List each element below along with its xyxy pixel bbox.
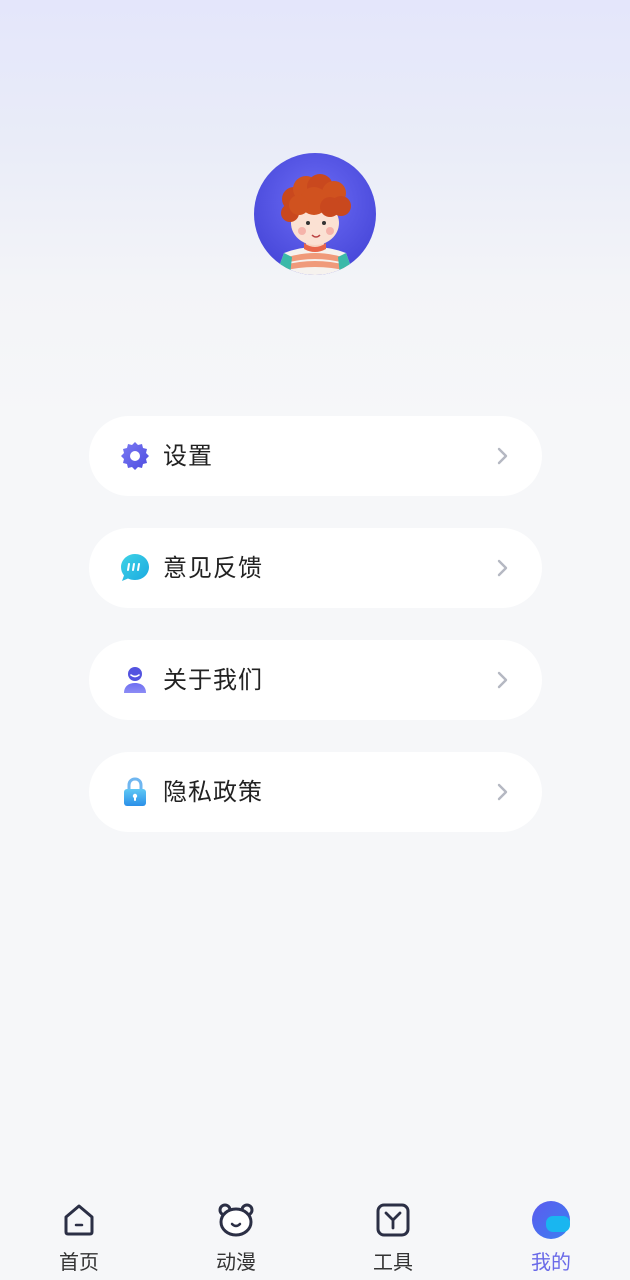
chat-bubble-icon (121, 554, 149, 581)
avatar-illustration (276, 174, 354, 275)
chevron-right-icon (497, 671, 508, 689)
tab-anime[interactable]: 动漫 (176, 1180, 296, 1280)
profile-screen: 设置 意见反馈 关于我们 隐私政策 首页 动漫 工具 我的 (0, 0, 630, 1280)
menu-item-settings[interactable]: 设置 (89, 416, 542, 496)
tab-label: 我的 (531, 1250, 571, 1274)
tab-label: 首页 (59, 1250, 99, 1274)
user-icon (124, 667, 146, 693)
menu-item-about-us[interactable]: 关于我们 (89, 640, 542, 720)
menu-item-label: 隐私政策 (163, 778, 263, 806)
chevron-right-icon (497, 559, 508, 577)
menu-item-privacy-policy[interactable]: 隐私政策 (89, 752, 542, 832)
gear-icon (121, 442, 149, 470)
lock-icon (124, 777, 146, 806)
menu-item-label: 意见反馈 (163, 554, 263, 582)
menu-item-label: 关于我们 (163, 666, 263, 694)
tab-label: 工具 (373, 1250, 413, 1274)
tab-tools[interactable]: 工具 (333, 1180, 453, 1280)
bear-icon (218, 1203, 254, 1237)
bottom-tab-bar: 首页 动漫 工具 我的 (0, 1180, 630, 1280)
profile-icon (532, 1201, 570, 1239)
menu-item-label: 设置 (163, 442, 213, 470)
chevron-right-icon (497, 783, 508, 801)
home-icon (64, 1204, 94, 1236)
tool-icon (376, 1203, 410, 1237)
tab-label: 动漫 (216, 1250, 256, 1274)
tab-mine[interactable]: 我的 (491, 1180, 611, 1280)
avatar[interactable] (254, 153, 376, 275)
tab-home[interactable]: 首页 (19, 1180, 139, 1280)
chevron-right-icon (497, 447, 508, 465)
menu-item-feedback[interactable]: 意见反馈 (89, 528, 542, 608)
